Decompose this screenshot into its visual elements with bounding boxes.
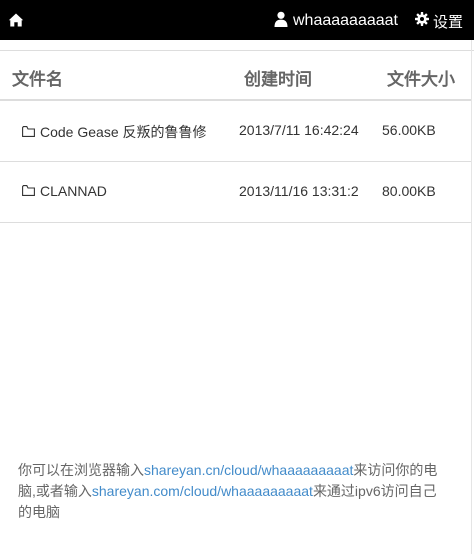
file-table: 文件名 创建时间 文件大小 Code Gease 反叛的鲁鲁修 2013/7/1… [0, 51, 471, 223]
table-row[interactable]: CLANNAD 2013/11/16 13:31:2 80.00KB [0, 162, 471, 223]
hint-text: 你可以在浏览器输入 [18, 462, 144, 478]
user-icon [274, 11, 288, 32]
file-name-link[interactable]: CLANNAD [22, 183, 107, 199]
column-header-created[interactable]: 创建时间 [244, 65, 312, 90]
panel-border [471, 40, 472, 554]
settings-label: 设置 [433, 13, 464, 31]
gear-icon [415, 12, 429, 30]
file-created: 2013/7/11 16:42:24 [239, 122, 359, 138]
file-created: 2013/11/16 13:31:2 [239, 183, 359, 199]
file-name: CLANNAD [40, 183, 107, 199]
file-size: 80.00KB [382, 183, 436, 199]
folder-icon [22, 183, 35, 199]
file-name: Code Gease 反叛的鲁鲁修 [40, 124, 207, 140]
user-menu[interactable]: whaaaaaaaaat [274, 10, 398, 32]
column-header-name[interactable]: 文件名 [12, 65, 63, 90]
ipv4-link[interactable]: shareyan.cn/cloud/whaaaaaaaaat [144, 462, 353, 478]
username-label: whaaaaaaaaat [293, 12, 398, 29]
table-header: 文件名 创建时间 文件大小 [0, 51, 471, 101]
home-icon[interactable] [8, 12, 24, 28]
settings-link[interactable]: 设置 [415, 10, 463, 32]
access-hint: 你可以在浏览器输入shareyan.cn/cloud/whaaaaaaaaat来… [18, 460, 448, 523]
table-row[interactable]: Code Gease 反叛的鲁鲁修 2013/7/11 16:42:24 56.… [0, 101, 471, 162]
file-size: 56.00KB [382, 122, 436, 138]
folder-icon [22, 124, 35, 140]
ipv6-link[interactable]: shareyan.com/cloud/whaaaaaaaaat [92, 483, 313, 499]
top-navbar: whaaaaaaaaat 设置 [0, 0, 474, 40]
file-name-link[interactable]: Code Gease 反叛的鲁鲁修 [22, 122, 207, 142]
column-header-size[interactable]: 文件大小 [387, 65, 455, 90]
